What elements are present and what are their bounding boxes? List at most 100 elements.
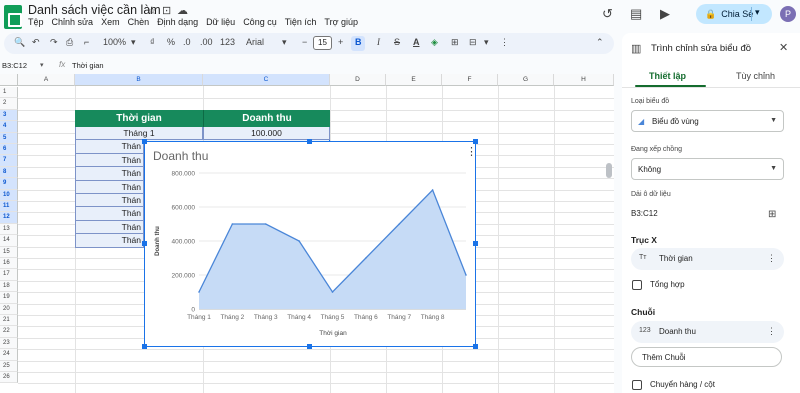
decrease-font-size-icon[interactable]: −	[302, 37, 307, 47]
chart-object[interactable]: Doanh thu ⋮ 0 200.000 400.000 600.000 800.00…	[144, 141, 477, 347]
menu-data[interactable]: Dữ liệu	[206, 17, 235, 27]
column-header-d[interactable]: D	[330, 74, 386, 86]
italic-button[interactable]: I	[377, 37, 380, 47]
row-header-6[interactable]: 6	[0, 144, 18, 156]
cell-b8[interactable]: Thán	[75, 180, 144, 194]
row-header-19[interactable]: 19	[0, 292, 18, 304]
currency-format-button[interactable]: ₫	[150, 37, 155, 47]
cell-b5[interactable]: Thán	[75, 140, 144, 154]
strikethrough-icon[interactable]: S	[394, 37, 400, 47]
search-menus-icon[interactable]: 🔍	[14, 37, 25, 48]
merge-cells-icon[interactable]: ⊟	[469, 37, 477, 48]
move-folder-icon[interactable]: ⊡	[162, 4, 171, 17]
resize-handle-top[interactable]	[307, 139, 312, 144]
add-series-button[interactable]: Thêm Chuỗi	[631, 347, 782, 367]
borders-icon[interactable]: ⊞	[451, 37, 459, 48]
column-header-f[interactable]: F	[442, 74, 498, 86]
aggregate-checkbox[interactable]	[632, 280, 642, 290]
row-header-4[interactable]: 4	[0, 121, 18, 133]
row-header-24[interactable]: 24	[0, 349, 18, 361]
row-header-15[interactable]: 15	[0, 246, 18, 258]
fill-color-icon[interactable]: ◈	[431, 37, 438, 48]
cell-b9[interactable]: Thán	[75, 194, 144, 208]
data-range-value[interactable]: B3:C12	[631, 209, 658, 218]
menu-insert[interactable]: Chèn	[128, 17, 150, 27]
undo-icon[interactable]: ↶	[32, 37, 40, 48]
row-header-9[interactable]: 9	[0, 178, 18, 190]
row-header-8[interactable]: 8	[0, 166, 18, 179]
column-header-g[interactable]: G	[498, 74, 554, 86]
row-header-16[interactable]: 16	[0, 258, 18, 270]
font-select[interactable]: Arial	[246, 37, 264, 47]
menu-view[interactable]: Xem	[101, 17, 120, 27]
row-header-10[interactable]: 10	[0, 189, 18, 201]
row-header-20[interactable]: 20	[0, 303, 18, 315]
cell-b10[interactable]: Thán	[75, 207, 144, 221]
redo-icon[interactable]: ↷	[50, 37, 58, 48]
tab-customize[interactable]: Tùy chỉnh	[736, 71, 775, 81]
video-call-icon[interactable]: ▶	[660, 6, 670, 22]
more-options-icon[interactable]: ⋮	[500, 37, 509, 48]
number-format-button[interactable]: 123	[220, 37, 235, 47]
column-header-b[interactable]: B	[75, 74, 203, 86]
vertical-scrollbar[interactable]	[606, 163, 612, 178]
tab-setup[interactable]: Thiết lập	[649, 71, 686, 81]
zoom-select[interactable]: 100%	[103, 37, 126, 47]
avatar[interactable]: P	[780, 6, 796, 22]
paint-format-icon[interactable]: ⌐	[84, 37, 89, 47]
row-header-14[interactable]: 14	[0, 235, 18, 247]
cell-b6[interactable]: Thán	[75, 153, 144, 168]
cell-b7[interactable]: Thán	[75, 167, 144, 181]
bold-button[interactable]: B	[355, 37, 362, 47]
row-header-18[interactable]: 18	[0, 280, 18, 293]
row-header-25[interactable]: 25	[0, 360, 18, 372]
document-title[interactable]: Danh sách việc cần làm	[28, 3, 161, 17]
collapse-toolbar-icon[interactable]: ⌃	[596, 37, 604, 48]
cloud-status-icon[interactable]: ☁	[177, 4, 188, 17]
switch-rows-columns-checkbox[interactable]	[632, 380, 642, 390]
share-button[interactable]: 🔒 Chia Sẻ ▾	[696, 4, 772, 24]
comment-icon[interactable]: ▤	[630, 6, 642, 22]
font-chevron-icon[interactable]: ▾	[282, 37, 287, 48]
row-header-23[interactable]: 23	[0, 337, 18, 350]
zoom-chevron-icon[interactable]: ▾	[131, 37, 136, 48]
decrease-decimal-button[interactable]: .0	[183, 37, 191, 47]
row-header-3[interactable]: 3	[0, 109, 18, 122]
resize-handle-bottom[interactable]	[307, 344, 312, 349]
sheets-logo[interactable]	[4, 5, 22, 29]
cell-b4[interactable]: Tháng 1	[75, 127, 203, 141]
column-header-c[interactable]: C	[203, 74, 330, 86]
resize-handle-top-left[interactable]	[142, 139, 147, 144]
row-header-13[interactable]: 13	[0, 223, 18, 236]
select-range-icon[interactable]: ⊞	[768, 209, 776, 220]
column-header-e[interactable]: E	[386, 74, 442, 86]
menu-extensions[interactable]: Tiện ích	[285, 17, 317, 27]
print-icon[interactable]: ⎙	[66, 37, 73, 48]
row-header-1[interactable]: 1	[0, 87, 18, 99]
resize-handle-bottom-left[interactable]	[142, 344, 147, 349]
menu-file[interactable]: Tệp	[28, 17, 44, 27]
row-header-12[interactable]: 12	[0, 212, 18, 224]
row-header-17[interactable]: 17	[0, 269, 18, 281]
increase-font-size-icon[interactable]: +	[338, 37, 343, 47]
resize-handle-right[interactable]	[473, 241, 478, 246]
history-icon[interactable]: ↺	[602, 6, 613, 22]
row-header-26[interactable]: 26	[0, 372, 18, 384]
more-options-icon[interactable]: ⋮	[767, 326, 776, 337]
resize-handle-top-right[interactable]	[473, 139, 478, 144]
percent-format-button[interactable]: %	[167, 37, 175, 47]
chevron-down-icon[interactable]: ▾	[755, 7, 760, 18]
stacking-select[interactable]: Không ▼	[631, 158, 784, 180]
column-header-h[interactable]: H	[554, 74, 614, 86]
menu-edit[interactable]: Chỉnh sửa	[52, 17, 94, 27]
header-cell-revenue[interactable]: Doanh thu	[203, 110, 330, 127]
cell-b11[interactable]: Thán	[75, 220, 144, 235]
resize-handle-left[interactable]	[142, 241, 147, 246]
row-header-2[interactable]: 2	[0, 98, 18, 110]
header-cell-time[interactable]: Thời gian	[75, 110, 203, 127]
name-box[interactable]: B3:C12	[2, 61, 27, 70]
name-box-chevron-icon[interactable]: ▾	[40, 61, 44, 69]
merge-chevron-icon[interactable]: ▾	[484, 37, 489, 48]
text-color-icon[interactable]: A	[413, 37, 420, 47]
cell-b12[interactable]: Thán	[75, 234, 144, 248]
